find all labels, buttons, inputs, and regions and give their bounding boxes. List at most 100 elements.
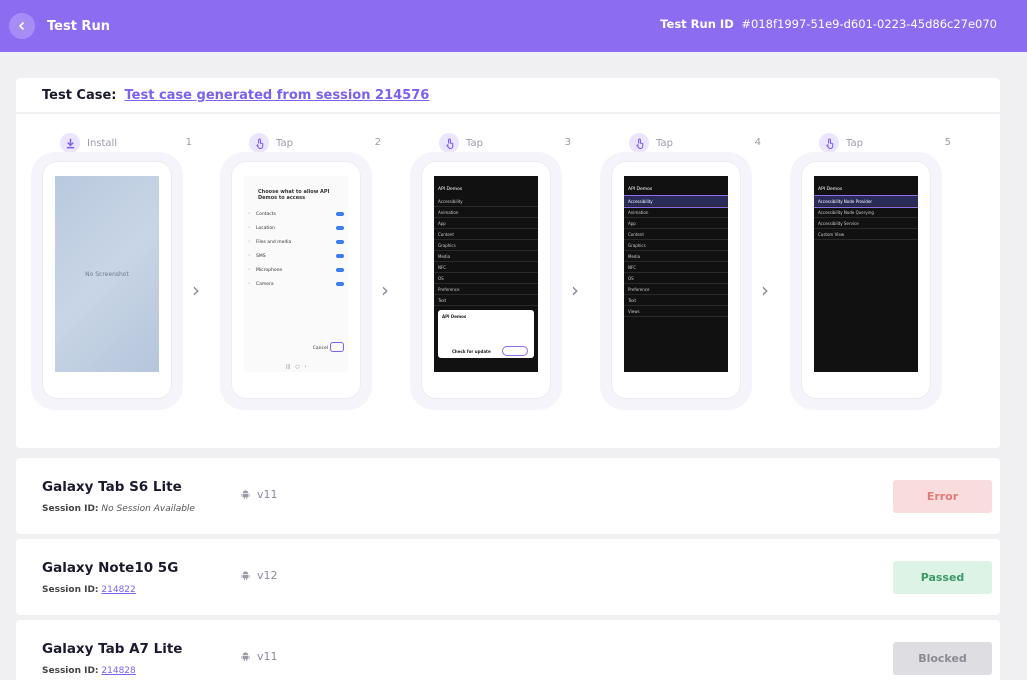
session-id-label: Session ID: <box>42 666 99 676</box>
status-bar <box>434 176 538 184</box>
list-item: OS <box>434 273 538 284</box>
test-run-id-label: Test Run ID <box>660 17 734 31</box>
toggle-icon <box>336 226 344 230</box>
list-item: Text <box>434 295 538 306</box>
step-number: 1 <box>185 137 192 148</box>
nav-bar: ||| ○ ‹ <box>285 364 307 370</box>
app-title: API Demos <box>628 187 653 192</box>
device-name: Galaxy Tab S6 Lite <box>42 479 182 495</box>
list-item: Content <box>434 229 538 240</box>
device-row: Galaxy Tab A7 Lite Session ID: 214828 v1… <box>16 620 1000 680</box>
list-item: Custom View <box>814 229 918 240</box>
session-id: Session ID: 214828 <box>42 666 136 676</box>
tap-highlight <box>330 342 344 352</box>
os-version-text: v12 <box>257 569 278 582</box>
status-bar <box>624 176 728 184</box>
test-case-header: Test Case: Test case generated from sess… <box>16 78 1000 114</box>
permission-row: ◦ Contacts <box>248 207 344 221</box>
android-icon <box>241 571 250 581</box>
os-version: v11 <box>240 488 278 501</box>
toggle-icon <box>336 282 344 286</box>
back-button[interactable] <box>9 13 35 39</box>
step-action: Tap <box>656 137 673 149</box>
os-version-text: v11 <box>257 488 278 501</box>
toggle-icon <box>336 268 344 272</box>
permission-row: ◦ SMS <box>248 249 344 263</box>
test-case-card: Test Case: Test case generated from sess… <box>16 78 1000 448</box>
step-screenshot[interactable]: API Demos Accessibility Animation App Co… <box>422 162 550 398</box>
step-action: Tap <box>846 137 863 149</box>
device-row: Galaxy Note10 5G Session ID: 214822 v12 … <box>16 539 1000 615</box>
status-badge: Passed <box>893 561 992 594</box>
tap-icon <box>249 133 269 153</box>
os-version: v12 <box>240 569 278 582</box>
list-item: Preference <box>624 284 728 295</box>
os-version: v11 <box>240 650 278 663</box>
permission-label: Location <box>256 225 276 231</box>
session-id-label: Session ID: <box>42 585 99 595</box>
tap-icon <box>439 133 459 153</box>
step-action: Tap <box>466 137 483 149</box>
step-screenshot[interactable]: Choose what to allow API Demos to access… <box>232 162 360 398</box>
top-bar: Test Run Test Run ID #018f1997-51e9-d601… <box>0 0 1027 52</box>
app-title: API Demos <box>438 187 463 192</box>
tap-icon <box>819 133 839 153</box>
download-icon <box>60 133 80 153</box>
status-badge: Error <box>893 480 992 513</box>
app-title: API Demos <box>818 187 843 192</box>
chevron-right-icon: › <box>571 278 579 302</box>
permission-row: ◦ Camera <box>248 277 344 291</box>
step-screenshot[interactable]: API Demos Accessibility Animation App Co… <box>612 162 740 398</box>
step-screenshot[interactable]: API Demos Accessibility Node Provider Ac… <box>802 162 930 398</box>
permission-label: SMS <box>256 253 266 259</box>
permission-label: Camera <box>256 281 274 287</box>
list-item: App <box>434 218 538 229</box>
step-number: 4 <box>754 137 761 148</box>
cancel-label: Cancel <box>312 346 328 351</box>
list-item: OS <box>624 273 728 284</box>
permission-title: Choose what to allow API Demos to access <box>258 189 330 201</box>
permission-label: Microphone <box>256 267 283 273</box>
list-item: Accessibility <box>434 196 538 207</box>
step-3: Tap 3 API Demos Accessibility Animation … <box>410 130 585 410</box>
device-name: Galaxy Tab A7 Lite <box>42 641 183 657</box>
update-dialog: API Demos Check for update <box>438 310 534 358</box>
list-item-highlighted: Accessibility <box>624 195 728 208</box>
list-item: Accessibility Node Querying <box>814 207 918 218</box>
os-version-text: v11 <box>257 650 278 663</box>
test-case-link[interactable]: Test case generated from session 214576 <box>125 88 430 103</box>
list-item: Animation <box>624 207 728 218</box>
permission-row: ◦ Files and media <box>248 235 344 249</box>
step-screenshot[interactable]: No Screenshot <box>43 162 171 398</box>
chevron-right-icon: › <box>761 278 769 302</box>
session-id-label: Session ID: <box>42 504 99 514</box>
session-id: Session ID: 214822 <box>42 585 136 595</box>
permission-label: Files and media <box>256 239 292 245</box>
list-item: Graphics <box>624 240 728 251</box>
session-id-link[interactable]: 214828 <box>101 666 135 676</box>
app-screen: API Demos Accessibility Animation App Co… <box>624 176 728 372</box>
list-item: Preference <box>434 284 538 295</box>
status-badge: Blocked <box>893 642 992 675</box>
list-item: Media <box>624 251 728 262</box>
step-2: Tap 2 Choose what to allow API Demos to … <box>220 130 395 410</box>
chevron-right-icon: › <box>381 278 389 302</box>
tap-highlight <box>502 346 528 356</box>
app-screen: API Demos Accessibility Animation App Co… <box>434 176 538 372</box>
device-row: Galaxy Tab S6 Lite Session ID: No Sessio… <box>16 458 1000 534</box>
list-item: Graphics <box>434 240 538 251</box>
step-number: 2 <box>374 137 381 148</box>
session-id-link[interactable]: 214822 <box>101 585 135 595</box>
list-item: Animation <box>434 207 538 218</box>
chevron-left-icon <box>18 21 25 31</box>
list-item: NFC <box>434 262 538 273</box>
android-icon <box>241 652 250 662</box>
status-bar <box>814 176 918 184</box>
no-screenshot-text: No Screenshot <box>85 270 129 278</box>
step-5: Tap 5 API Demos Accessibility Node Provi… <box>790 130 965 410</box>
list-item: NFC <box>624 262 728 273</box>
permission-row: ◦ Location <box>248 221 344 235</box>
android-icon <box>241 490 250 500</box>
app-screen: API Demos Accessibility Node Provider Ac… <box>814 176 918 372</box>
toggle-icon <box>336 212 344 216</box>
